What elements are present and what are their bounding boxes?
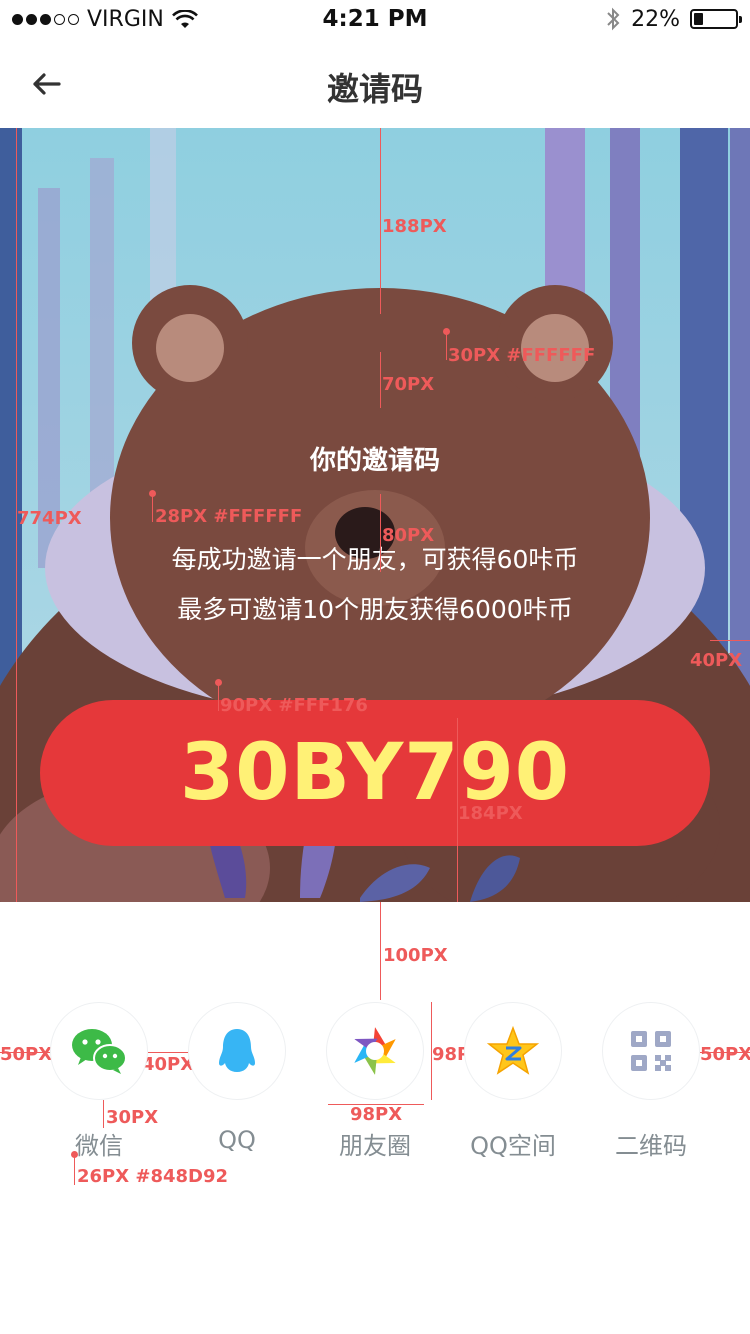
- share-wechat-label: 微信: [75, 1132, 123, 1160]
- qq-icon: [219, 1029, 255, 1072]
- spacing-annotation: 80PX: [382, 525, 435, 546]
- qrcode-icon: [631, 1031, 671, 1071]
- invite-title: 你的邀请码: [309, 446, 440, 476]
- share-qq-button[interactable]: QQ: [188, 1002, 286, 1154]
- share-qzone-circle[interactable]: [464, 1002, 562, 1100]
- spacing-annotation: 100PX: [383, 945, 448, 966]
- spacing-guide: [380, 128, 381, 314]
- share-wechat-circle[interactable]: [50, 1002, 148, 1100]
- spacing-guide: [218, 683, 219, 711]
- spacing-guide: [152, 494, 153, 522]
- invite-reward-text: 每成功邀请一个朋友，可获得60咔币: [171, 545, 579, 574]
- status-right: 22%: [605, 6, 742, 32]
- spacing-guide: [380, 352, 381, 408]
- share-wechat-button[interactable]: 微信: [50, 1002, 148, 1160]
- share-moments-button[interactable]: 朋友圈: [326, 1002, 424, 1160]
- poster-height-annotation: 774PX: [17, 508, 82, 529]
- spacing-annotation: 188PX: [382, 216, 447, 237]
- invite-limit-text: 最多可邀请10个朋友获得6000咔币: [177, 595, 573, 624]
- share-moments-circle[interactable]: [326, 1002, 424, 1100]
- label-font-annotation: 26PX #848D92: [77, 1166, 229, 1187]
- share-options: 微信 QQ 朋友圈 QQ空间 二维码: [0, 1002, 750, 1162]
- spacing-annotation: 184PX: [458, 803, 523, 824]
- spacing-guide: [446, 332, 447, 360]
- margin-annotation: 40PX: [690, 650, 743, 671]
- spacing-guide: [380, 902, 381, 1000]
- invite-code-pill[interactable]: 30BY790: [40, 700, 710, 846]
- status-bar: VIRGIN 4:21 PM 22%: [0, 0, 750, 40]
- share-qq-label: QQ: [218, 1126, 256, 1154]
- battery-percent: 22%: [631, 6, 680, 32]
- page-title: 邀请码: [326, 70, 423, 108]
- code-font-annotation: 90PX #FFF176: [220, 695, 368, 716]
- share-moments-label: 朋友圈: [339, 1132, 411, 1160]
- share-qrcode-label: 二维码: [615, 1132, 687, 1160]
- title-font-annotation: 30PX #FFFFFF: [448, 345, 596, 366]
- battery-fill: [694, 13, 703, 25]
- wechat-icon: [72, 1029, 127, 1074]
- invite-poster: 你的邀请码 每成功邀请一个朋友，可获得60咔币 最多可邀请10个朋友获得6000…: [0, 128, 750, 902]
- share-qq-circle[interactable]: [188, 1002, 286, 1100]
- margin-guide: [710, 640, 750, 641]
- desc-font-annotation: 28PX #FFFFFF: [155, 506, 303, 527]
- share-qzone-label: QQ空间: [470, 1132, 556, 1160]
- moments-icon: [350, 1026, 400, 1076]
- share-qrcode-circle[interactable]: [602, 1002, 700, 1100]
- battery-icon: [690, 9, 742, 29]
- share-qzone-button[interactable]: QQ空间: [464, 1002, 562, 1160]
- bluetooth-icon: [607, 7, 620, 31]
- qzone-icon: [487, 1026, 539, 1075]
- share-qrcode-button[interactable]: 二维码: [602, 1002, 700, 1160]
- nav-bar: 邀请码: [0, 40, 750, 128]
- spacing-annotation: 70PX: [382, 374, 435, 395]
- spacing-guide: [380, 494, 381, 572]
